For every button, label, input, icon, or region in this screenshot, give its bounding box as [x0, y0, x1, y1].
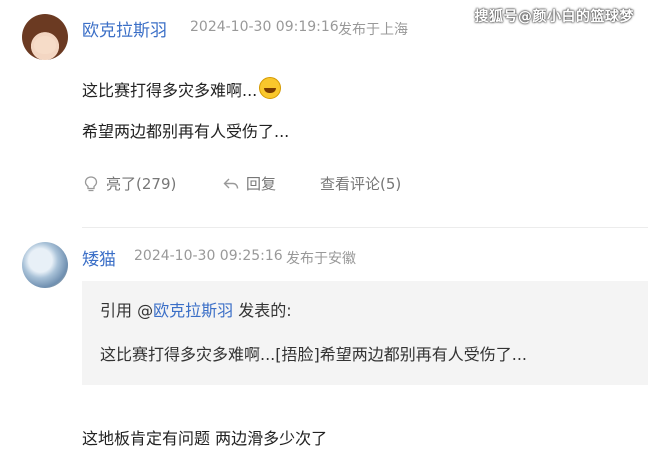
avatar[interactable]: [22, 14, 68, 60]
watermark: 搜狐号@颜小白的篮球梦: [474, 9, 634, 25]
quote-prefix: 引用 @: [100, 301, 154, 320]
view-comments-label: 查看评论(5): [320, 175, 402, 193]
reply-arrow-icon: [223, 178, 239, 189]
quoted-username[interactable]: 欧克拉斯羽: [153, 301, 233, 320]
comment-username[interactable]: 欧克拉斯羽: [82, 16, 167, 41]
comment-location: 发布于安徽: [286, 251, 356, 267]
view-comments-button[interactable]: 查看评论(5): [320, 173, 401, 194]
reply-label: 回复: [246, 175, 277, 193]
reply-button[interactable]: 回复: [222, 173, 276, 194]
comment-text: 希望两边都别再有人受伤了...: [82, 122, 290, 141]
comment-timestamp: 2024-10-30 09:19:16: [190, 19, 339, 35]
quote-text: 这比赛打得多灾多难啊...[捂脸]希望两边都别再有人受伤了...: [100, 345, 528, 364]
quoted-comment: 引用 @欧克拉斯羽 发表的: 这比赛打得多灾多难啊...[捂脸]希望两边都别再有…: [82, 281, 648, 385]
comment-username[interactable]: 矮猫: [82, 245, 116, 270]
avatar[interactable]: [22, 242, 68, 288]
comment-timestamp: 2024-10-30 09:25:16: [134, 248, 283, 264]
laughing-tears-emoji-icon: [259, 77, 282, 99]
comment-location: 发布于上海: [338, 22, 408, 38]
lightbulb-icon: [84, 175, 98, 191]
divider: [82, 227, 648, 228]
comment-text: 这地板肯定有问题 两边滑多少次了: [82, 429, 328, 448]
like-count: 亮了(279): [106, 175, 177, 193]
like-button[interactable]: 亮了(279): [82, 173, 176, 194]
comment-text-line: 这比赛打得多灾多难啊...: [82, 77, 282, 101]
quote-header: 引用 @欧克拉斯羽 发表的:: [100, 297, 292, 321]
comment-text: 这比赛打得多灾多难啊...: [82, 81, 258, 100]
quote-suffix: 发表的:: [233, 301, 292, 320]
